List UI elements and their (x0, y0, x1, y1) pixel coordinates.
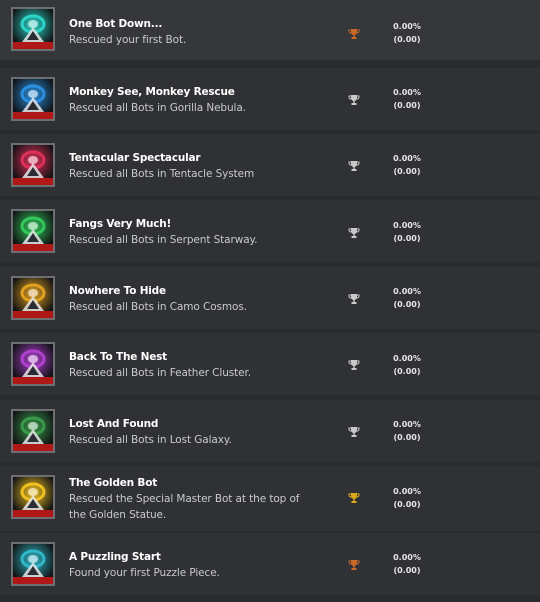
achievement-text: The Golden Bot Rescued the Special Master… (69, 476, 314, 523)
unlock-stats: 0.00% (0.00) (384, 485, 430, 511)
unlock-percent: 0.00% (393, 420, 421, 429)
unlock-points: (0.00) (393, 500, 421, 509)
lost-galaxy-icon (11, 409, 55, 453)
achievement-row[interactable]: Tentacular Spectacular Rescued all Bots i… (0, 134, 540, 196)
unlock-points: (0.00) (393, 566, 421, 575)
achievement-description: Rescued all Bots in Lost Galaxy. (69, 434, 232, 446)
achievement-text: Lost And Found Rescued all Bots in Lost G… (69, 417, 314, 448)
unlock-percent: 0.00% (393, 354, 421, 363)
achievement-title: Fangs Very Much! (69, 218, 172, 230)
achievement-text: A Puzzling Start Found your first Puzzle … (69, 550, 314, 581)
golden-bot-icon (11, 475, 55, 519)
unlock-points: (0.00) (393, 35, 421, 44)
unlock-stats: 0.00% (0.00) (384, 352, 430, 378)
camo-cosmos-icon (11, 276, 55, 320)
unlock-stats: 0.00% (0.00) (384, 285, 430, 311)
trophy-icon (348, 492, 360, 504)
achievement-description: Found your first Puzzle Piece. (69, 567, 220, 579)
achievement-row[interactable]: Fangs Very Much! Rescued all Bots in Serp… (0, 200, 540, 262)
achievement-row[interactable]: Monkey See, Monkey Rescue Rescued all Bot… (0, 68, 540, 130)
achievement-title: One Bot Down... (69, 18, 163, 30)
achievement-text: Fangs Very Much! Rescued all Bots in Serp… (69, 217, 314, 248)
achievement-title: A Puzzling Start (69, 551, 161, 563)
achievement-description: Rescued the Special Master Bot at the to… (69, 493, 300, 521)
first-bot-icon (11, 7, 55, 51)
unlock-stats: 0.00% (0.00) (384, 86, 430, 112)
unlock-points: (0.00) (393, 300, 421, 309)
achievement-title: Monkey See, Monkey Rescue (69, 86, 235, 98)
trophy-icon (348, 28, 360, 40)
achievement-row[interactable]: The Golden Bot Rescued the Special Master… (0, 466, 540, 531)
unlock-stats: 0.00% (0.00) (384, 219, 430, 245)
achievement-title: The Golden Bot (69, 477, 158, 489)
achievement-title: Back To The Nest (69, 351, 167, 363)
trophy-icon (348, 293, 360, 305)
unlock-percent: 0.00% (393, 154, 421, 163)
achievement-text: Monkey See, Monkey Rescue Rescued all Bot… (69, 85, 314, 116)
unlock-points: (0.00) (393, 167, 421, 176)
unlock-points: (0.00) (393, 433, 421, 442)
achievement-text: One Bot Down... Rescued your first Bot. (69, 17, 314, 48)
trophy-icon (348, 160, 360, 172)
achievement-text: Tentacular Spectacular Rescued all Bots i… (69, 151, 314, 182)
unlock-stats: 0.00% (0.00) (384, 418, 430, 444)
feather-cluster-icon (11, 342, 55, 386)
unlock-stats: 0.00% (0.00) (384, 152, 430, 178)
achievement-description: Rescued all Bots in Tentacle System (69, 168, 255, 180)
unlock-percent: 0.00% (393, 487, 421, 496)
achievement-title: Tentacular Spectacular (69, 152, 201, 164)
puzzle-piece-icon (11, 542, 55, 586)
unlock-percent: 0.00% (393, 287, 421, 296)
achievement-row[interactable]: A Puzzling Start Found your first Puzzle … (0, 533, 540, 595)
achievement-list: One Bot Down... Rescued your first Bot. 0.… (0, 0, 540, 602)
achievement-row[interactable]: One Bot Down... Rescued your first Bot. 0.… (0, 0, 540, 60)
unlock-percent: 0.00% (393, 221, 421, 230)
achievement-text: Nowhere To Hide Rescued all Bots in Camo … (69, 284, 314, 315)
trophy-icon (348, 359, 360, 371)
tentacle-system-icon (11, 143, 55, 187)
serpent-starway-icon (11, 209, 55, 253)
unlock-points: (0.00) (393, 234, 421, 243)
achievement-title: Nowhere To Hide (69, 285, 166, 297)
unlock-percent: 0.00% (393, 553, 421, 562)
unlock-points: (0.00) (393, 101, 421, 110)
achievement-description: Rescued all Bots in Gorilla Nebula. (69, 102, 246, 114)
trophy-icon (348, 559, 360, 571)
achievement-description: Rescued all Bots in Camo Cosmos. (69, 301, 247, 313)
trophy-icon (348, 426, 360, 438)
gorilla-nebula-icon (11, 77, 55, 121)
achievement-description: Rescued all Bots in Serpent Starway. (69, 234, 258, 246)
unlock-percent: 0.00% (393, 22, 421, 31)
achievement-row[interactable]: Nowhere To Hide Rescued all Bots in Camo … (0, 267, 540, 329)
achievement-text: Back To The Nest Rescued all Bots in Feat… (69, 350, 314, 381)
achievement-description: Rescued your first Bot. (69, 34, 187, 46)
achievement-title: Lost And Found (69, 418, 159, 430)
unlock-stats: 0.00% (0.00) (384, 551, 430, 577)
achievement-row[interactable]: Back To The Nest Rescued all Bots in Feat… (0, 333, 540, 395)
unlock-percent: 0.00% (393, 88, 421, 97)
unlock-stats: 0.00% (0.00) (384, 20, 430, 46)
trophy-icon (348, 94, 360, 106)
unlock-points: (0.00) (393, 367, 421, 376)
achievement-row[interactable]: Lost And Found Rescued all Bots in Lost G… (0, 400, 540, 462)
trophy-icon (348, 227, 360, 239)
achievement-description: Rescued all Bots in Feather Cluster. (69, 367, 252, 379)
